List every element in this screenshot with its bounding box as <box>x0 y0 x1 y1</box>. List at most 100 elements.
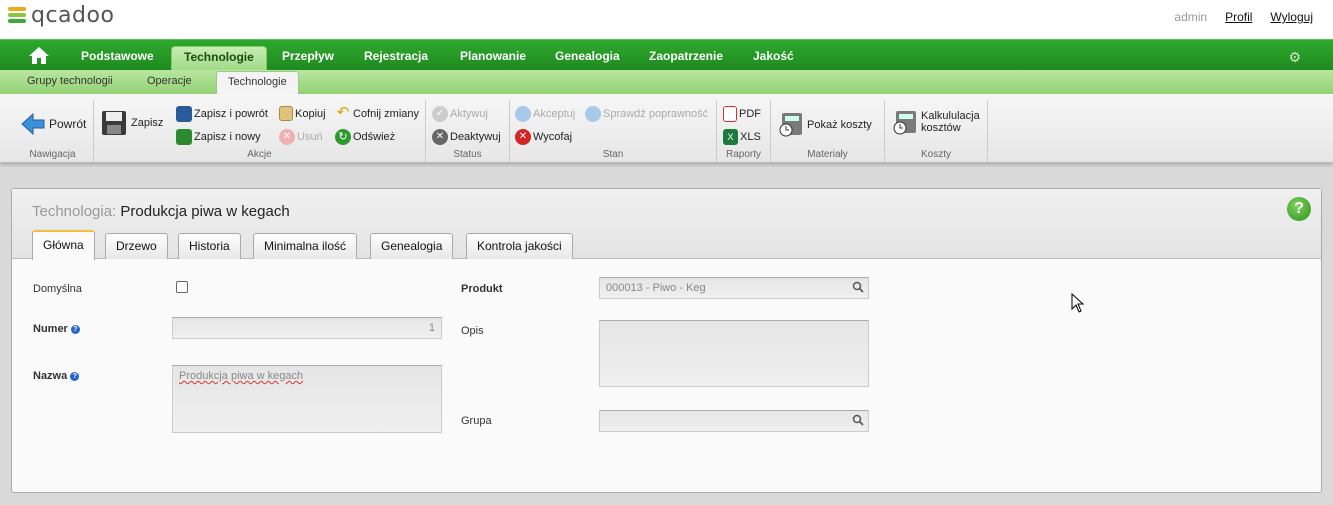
cost-calculation-icon <box>893 111 916 135</box>
logo-icon <box>6 4 28 28</box>
product-lookup-field[interactable]: 000013 - Piwo - Keg <box>599 277 869 299</box>
show-costs-label: Pokaż koszty <box>807 119 872 131</box>
panel-title: Technologia: Produkcja piwa w kegach <box>32 203 290 220</box>
name-help-icon[interactable]: ? <box>70 372 80 381</box>
check-validity-button[interactable]: Sprawdź poprawność <box>585 106 708 122</box>
save-new-icon <box>176 129 192 145</box>
description-textarea[interactable] <box>599 320 869 387</box>
undo-changes-button[interactable]: ↶ Cofnij zmiany <box>335 104 419 122</box>
group-title-materialy: Materiały <box>807 149 848 160</box>
activate-label: Aktywuj <box>450 108 488 120</box>
withdraw-icon: ✕ <box>515 129 531 145</box>
group-search-icon[interactable] <box>852 414 864 426</box>
nav-jakosc[interactable]: Jakość <box>753 40 794 71</box>
description-label: Opis <box>461 325 484 337</box>
group-title-koszty: Koszty <box>920 149 951 160</box>
group-title-status: Status <box>453 149 482 160</box>
default-label: Domyślna <box>33 283 82 295</box>
save-and-new-button[interactable]: Zapisz i nowy <box>176 129 261 145</box>
xls-button[interactable]: X XLS <box>723 129 761 145</box>
cost-calculator-icon <box>779 113 802 137</box>
number-label-text: Numer <box>33 323 68 335</box>
ribbon-group-stan: Akceptuj Sprawdź poprawność ✕ Wycofaj St… <box>510 100 717 162</box>
show-costs-button[interactable]: Pokaż koszty <box>779 112 872 138</box>
withdraw-button[interactable]: ✕ Wycofaj <box>515 129 572 145</box>
settings-gear-icon[interactable]: ⚙ <box>1288 49 1301 66</box>
top-bar: qcadoo admin Profil Wyloguj <box>0 0 1333 39</box>
number-help-icon[interactable]: ? <box>70 325 80 334</box>
mouse-cursor-icon <box>1071 293 1085 313</box>
nav-technologie[interactable]: Technologie <box>171 46 267 71</box>
refresh-icon: ↻ <box>335 129 351 145</box>
logout-link[interactable]: Wyloguj <box>1270 10 1313 24</box>
product-value: 000013 - Piwo - Keg <box>606 282 706 294</box>
profile-link[interactable]: Profil <box>1225 10 1252 24</box>
group-lookup-field[interactable] <box>599 410 869 432</box>
home-icon[interactable] <box>28 46 50 65</box>
xls-icon: X <box>723 129 738 145</box>
cost-calculation-button[interactable]: Kalkululacja kosztów <box>893 110 980 136</box>
save-label: Zapisz <box>131 117 164 129</box>
tab-glowna[interactable]: Główna <box>32 230 95 260</box>
ribbon-group-koszty: Kalkululacja kosztów Koszty <box>885 100 988 162</box>
panel-title-value: Produkcja piwa w kegach <box>120 203 290 220</box>
group-title-nawigacja: Nawigacja <box>29 149 76 160</box>
nav-przeplyw[interactable]: Przepływ <box>282 40 334 71</box>
tab-drzewo[interactable]: Drzewo <box>105 233 168 259</box>
save-back-label: Zapisz i powrót <box>194 108 268 120</box>
ribbon-group-akcje: Zapisz Zapisz i powrót Zapisz i nowy Kop… <box>94 100 426 162</box>
number-field[interactable]: 1 <box>172 317 442 339</box>
save-new-label: Zapisz i nowy <box>194 131 261 143</box>
accept-label: Akceptuj <box>533 108 576 120</box>
name-textarea[interactable]: Produkcja piwa w kegach <box>172 365 442 433</box>
group-label: Grupa <box>461 415 492 427</box>
technology-form-panel: Technologia: Produkcja piwa w kegach ? G… <box>11 188 1322 493</box>
ribbon-group-materialy: Pokaż koszty Materiały <box>771 100 885 162</box>
back-label: Powrót <box>49 117 87 131</box>
tab-historia[interactable]: Historia <box>178 233 241 259</box>
subnav-operacje[interactable]: Operacje <box>147 70 192 94</box>
activate-icon: ✓ <box>432 106 448 122</box>
deactivate-icon: ✕ <box>432 129 448 145</box>
accept-button[interactable]: Akceptuj <box>515 106 575 122</box>
refresh-label: Odśwież <box>353 131 396 143</box>
ribbon-toolbar: Powrót Nawigacja Zapisz Zapisz i powrót … <box>0 94 1333 163</box>
nav-zaopatrzenie[interactable]: Zaopatrzenie <box>649 40 723 71</box>
default-checkbox[interactable] <box>176 281 188 293</box>
save-back-icon <box>176 106 192 122</box>
save-button[interactable]: Zapisz <box>101 110 163 136</box>
product-search-icon[interactable] <box>852 281 864 293</box>
tab-genealogia[interactable]: Genealogia <box>370 233 454 259</box>
tab-minimalna-ilosc[interactable]: Minimalna ilość <box>253 233 358 259</box>
delete-label: Usuń <box>297 131 323 143</box>
check-label: Sprawdź poprawność <box>603 108 709 120</box>
save-and-back-button[interactable]: Zapisz i powrót <box>176 106 268 122</box>
nav-podstawowe[interactable]: Podstawowe <box>81 40 154 71</box>
product-label: Produkt <box>461 283 503 295</box>
delete-icon: ✕ <box>279 129 295 145</box>
back-button[interactable]: Powrót <box>20 111 86 137</box>
subnav-grupy-technologii[interactable]: Grupy technologii <box>27 70 113 94</box>
cost-calc-label-line2: kosztów <box>921 122 961 134</box>
refresh-button[interactable]: ↻ Odśwież <box>335 129 395 145</box>
deactivate-button[interactable]: ✕ Deaktywuj <box>432 129 501 145</box>
undo-icon: ↶ <box>336 104 350 121</box>
subnav-technologie[interactable]: Technologie <box>216 71 299 94</box>
pdf-button[interactable]: PDF <box>723 106 761 122</box>
cost-calc-label-line1: Kalkululacja <box>921 110 980 122</box>
tab-kontrola-jakosci[interactable]: Kontrola jakości <box>466 233 573 259</box>
group-title-akcje: Akcje <box>247 149 272 160</box>
activate-button[interactable]: ✓ Aktywuj <box>432 106 488 122</box>
pdf-label: PDF <box>739 108 761 120</box>
help-icon[interactable]: ? <box>1287 197 1311 221</box>
copy-icon <box>279 106 293 121</box>
copy-button[interactable]: Kopiuj <box>279 106 326 121</box>
nav-planowanie[interactable]: Planowanie <box>460 40 526 71</box>
nav-rejestracja[interactable]: Rejestracja <box>364 40 428 71</box>
delete-button[interactable]: ✕ Usuń <box>279 129 323 145</box>
main-nav: Podstawowe Technologie Przepływ Rejestra… <box>0 39 1333 71</box>
check-icon <box>585 106 601 122</box>
floppy-icon <box>102 111 126 135</box>
group-title-stan: Stan <box>602 149 624 160</box>
nav-genealogia[interactable]: Genealogia <box>555 40 620 71</box>
